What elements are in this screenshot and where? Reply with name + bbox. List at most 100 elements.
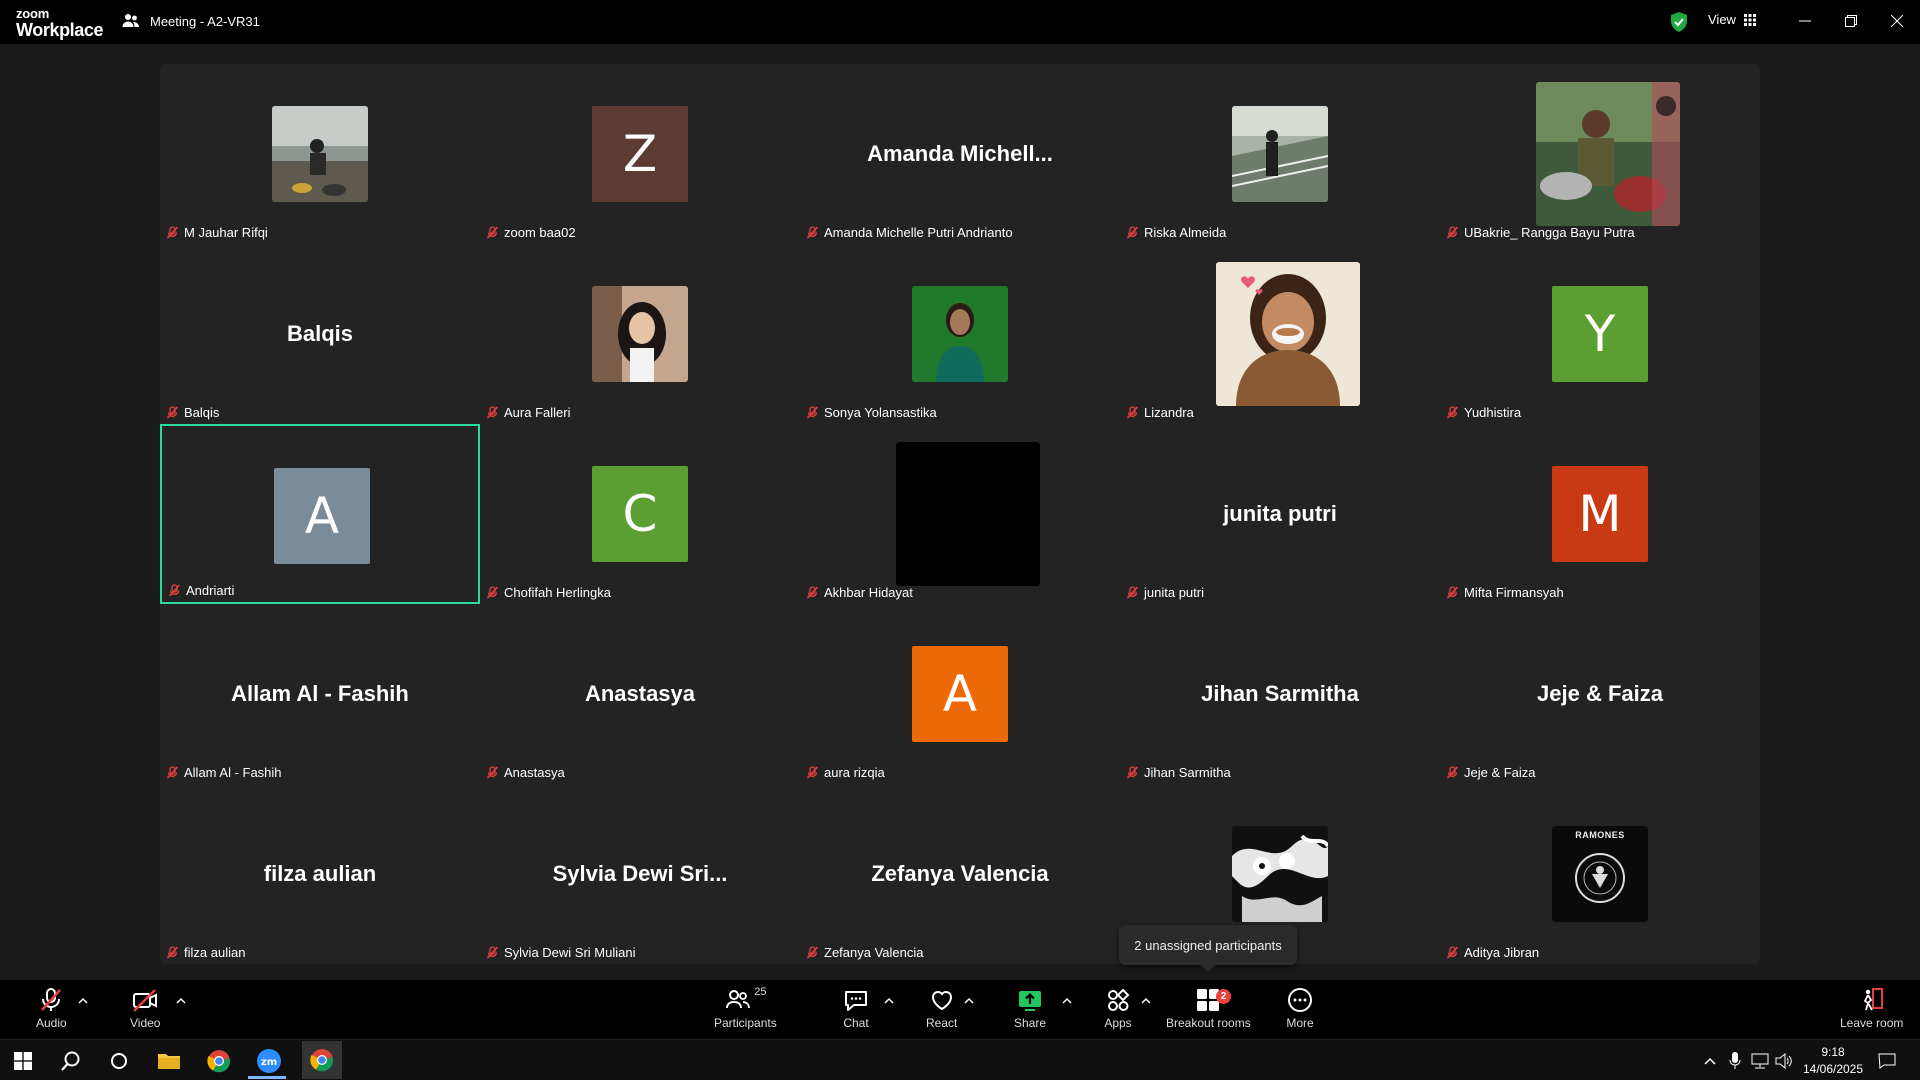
zoom-active-indicator <box>248 1076 286 1079</box>
restore-icon <box>1845 15 1857 27</box>
participant-photo <box>1536 82 1680 226</box>
participant-tile[interactable]: Akhbar Hidayat <box>800 424 1120 604</box>
file-explorer-button[interactable] <box>154 1046 184 1076</box>
unassigned-participants-tooltip: 2 unassigned participants <box>1119 925 1297 972</box>
apps-button[interactable]: Apps <box>1104 986 1132 1030</box>
mic-muted-icon <box>1446 406 1459 419</box>
mic-muted-icon <box>486 766 499 779</box>
share-screen-icon <box>1019 991 1042 1011</box>
breakout-rooms-button[interactable]: Breakout rooms <box>1166 986 1251 1030</box>
participant-tile[interactable]: Aura Falleri <box>480 244 800 424</box>
participant-tile[interactable]: filza aulian filza aulian <box>160 784 480 964</box>
cortana-icon <box>111 1053 127 1069</box>
minimize-button[interactable] <box>1794 10 1816 32</box>
participant-tile[interactable]: Amanda Michell... Amanda Michelle Putri A… <box>800 64 1120 244</box>
chevron-up-icon[interactable] <box>1062 996 1072 1006</box>
participant-photo <box>1216 262 1360 406</box>
participant-name-label: Zefanya Valencia <box>806 945 924 960</box>
chevron-up-icon[interactable] <box>884 996 894 1006</box>
participants-button[interactable]: 25 Participants <box>714 986 777 1030</box>
participant-avatar: A <box>912 646 1008 742</box>
zoom-app-icon: zm <box>257 1049 281 1073</box>
close-button[interactable] <box>1886 10 1908 32</box>
participant-tile[interactable]: Lizandra <box>1120 244 1440 424</box>
network-tray-icon[interactable] <box>1748 1046 1772 1076</box>
participant-name-label: Sonya Yolansastika <box>806 405 937 420</box>
search-button[interactable] <box>56 1046 86 1076</box>
participant-tile[interactable]: UBakrie_ Rangga Bayu Putra <box>1440 64 1760 244</box>
start-button[interactable] <box>8 1046 38 1076</box>
video-button[interactable]: Video <box>130 986 160 1030</box>
leave-room-button[interactable]: Leave room <box>1840 986 1903 1030</box>
more-button[interactable]: More <box>1286 986 1314 1030</box>
volume-tray-icon[interactable] <box>1772 1046 1796 1076</box>
mic-muted-icon <box>806 406 819 419</box>
audio-button[interactable]: Audio <box>36 986 67 1030</box>
shield-check-icon[interactable] <box>1668 11 1690 33</box>
zoom-taskbar-button[interactable]: zm <box>254 1046 284 1076</box>
chevron-up-icon[interactable] <box>176 996 186 1006</box>
participant-avatar: Y <box>1552 286 1648 382</box>
participant-tile[interactable]: Jihan Sarmitha Jihan Sarmitha <box>1120 604 1440 784</box>
restore-button[interactable] <box>1840 10 1862 32</box>
participant-tile[interactable]: Allam Al - Fashih Allam Al - Fashih <box>160 604 480 784</box>
chevron-up-icon[interactable] <box>964 996 974 1006</box>
gallery-view: M Jauhar Rifqi Zzoom baa02 Amanda Michell.… <box>160 64 1760 964</box>
participant-tile[interactable]: Y Yudhistira <box>1440 244 1760 424</box>
mic-muted-icon <box>1126 586 1139 599</box>
participant-tile[interactable]: junita putri junita putri <box>1120 424 1440 604</box>
participant-name-label: Anastasya <box>486 765 565 780</box>
participant-tile[interactable]: Zzoom baa02 <box>480 64 800 244</box>
participant-tile[interactable]: Sonya Yolansastika <box>800 244 1120 424</box>
participant-name-label: Mifta Firmansyah <box>1446 585 1564 600</box>
participant-name-label: Allam Al - Fashih <box>166 765 282 780</box>
tray-expand-button[interactable] <box>1700 1046 1720 1076</box>
chevron-up-icon[interactable] <box>78 996 88 1006</box>
participant-tile[interactable]: A Andriarti <box>160 424 480 604</box>
participant-name-label: Akhbar Hidayat <box>806 585 913 600</box>
participant-name-label: filza aulian <box>166 945 245 960</box>
notification-icon <box>1878 1053 1896 1069</box>
participant-tile[interactable]: RAMONES Aditya Jibran <box>1440 784 1760 964</box>
participant-tile[interactable]: Riska Almeida <box>1120 64 1440 244</box>
mic-muted-icon <box>1126 226 1139 239</box>
participant-tile[interactable]: C Chofifah Herlingka <box>480 424 800 604</box>
participant-tile[interactable]: Anastasya Anastasya <box>480 604 800 784</box>
participant-display-name: Amanda Michell... <box>867 141 1053 166</box>
share-button[interactable]: Share <box>1014 986 1046 1030</box>
mic-muted-icon <box>1446 946 1459 959</box>
participant-name-label: Riska Almeida <box>1126 225 1226 240</box>
participant-avatar: M <box>1552 466 1648 562</box>
action-center-button[interactable] <box>1872 1046 1902 1076</box>
chat-button[interactable]: Chat <box>842 986 870 1030</box>
react-button[interactable]: React <box>926 986 957 1030</box>
chrome-icon <box>207 1050 231 1073</box>
more-dots-icon <box>1288 988 1312 1012</box>
chrome-active-button[interactable] <box>302 1041 342 1079</box>
participant-tile[interactable]: Zefanya Valencia Zefanya Valencia <box>800 784 1120 964</box>
mic-muted-icon <box>1126 766 1139 779</box>
participant-name-label: Aura Falleri <box>486 405 570 420</box>
participant-photo <box>896 442 1040 586</box>
mic-muted-icon <box>166 406 179 419</box>
system-clock[interactable]: 9:18 14/06/2025 <box>1798 1044 1868 1078</box>
microphone-tray-icon[interactable] <box>1724 1046 1746 1076</box>
participant-tile[interactable]: Jeje & Faiza Jeje & Faiza <box>1440 604 1760 784</box>
svg-text:zm: zm <box>261 1057 277 1068</box>
search-icon <box>61 1051 80 1071</box>
grid-icon <box>1743 13 1756 26</box>
participant-tile[interactable]: Balqis Balqis <box>160 244 480 424</box>
participant-tile[interactable]: Sylvia Dewi Sri... Sylvia Dewi Sri Mulian… <box>480 784 800 964</box>
participant-display-name: Sylvia Dewi Sri... <box>552 861 728 886</box>
participant-tile[interactable]: M Jauhar Rifqi <box>160 64 480 244</box>
participants-count: 25 <box>754 986 767 998</box>
cortana-button[interactable] <box>104 1046 134 1076</box>
meeting-info-button[interactable]: Meeting - A2-VR31 <box>122 12 260 30</box>
participant-tile[interactable]: Aaura rizqia <box>800 604 1120 784</box>
chevron-up-icon[interactable] <box>1141 996 1151 1006</box>
participant-tile[interactable]: M Mifta Firmansyah <box>1440 424 1760 604</box>
view-button[interactable]: View <box>1708 12 1756 27</box>
leave-room-icon <box>1863 988 1883 1011</box>
participant-avatar: C <box>592 466 688 562</box>
chrome-button[interactable] <box>204 1046 234 1076</box>
